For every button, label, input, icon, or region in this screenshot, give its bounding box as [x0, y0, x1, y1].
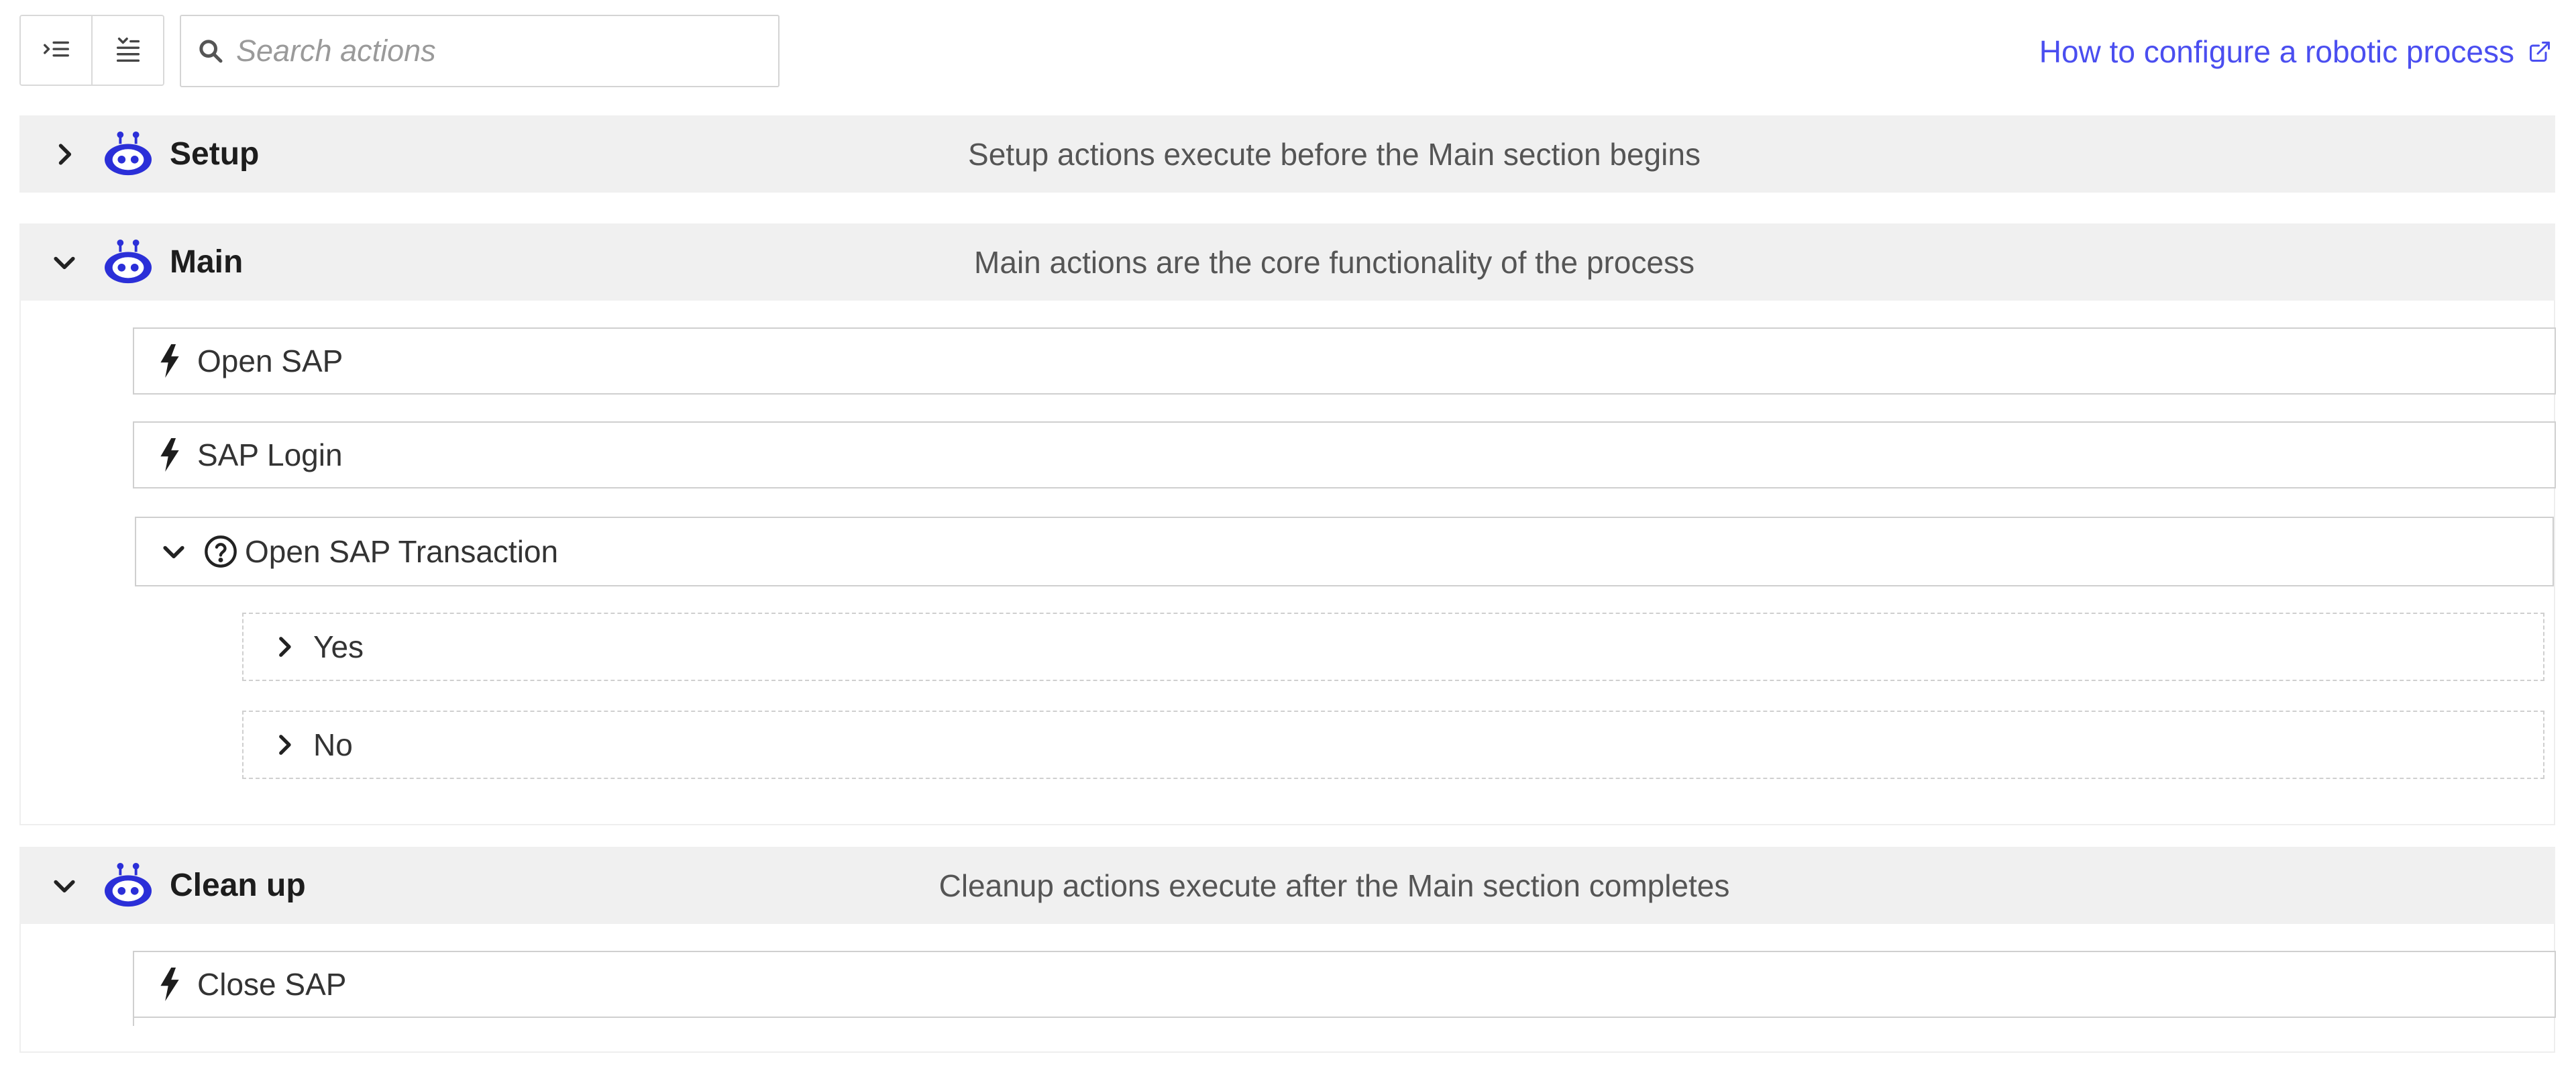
- action-label: SAP Login: [197, 437, 343, 472]
- connector-line: [133, 1018, 134, 1026]
- condition-open-sap-transaction[interactable]: Open SAP Transaction: [135, 517, 2554, 586]
- section-main-title: Main: [170, 244, 244, 280]
- branch-yes[interactable]: Yes: [242, 613, 2544, 681]
- process-editor: How to configure a robotic process Setu: [0, 0, 2576, 1087]
- section-setup-title: Setup: [170, 136, 260, 172]
- section-main-header[interactable]: Main Main actions are the core functiona…: [19, 223, 2555, 301]
- collapse-all-button[interactable]: [91, 16, 163, 85]
- search-icon: [199, 40, 223, 63]
- external-link-icon: [2530, 42, 2550, 62]
- section-setup-description: Setup actions execute before the Main se…: [968, 136, 1701, 172]
- help-link[interactable]: How to configure a robotic process: [2039, 34, 2552, 70]
- action-open-sap[interactable]: Open SAP: [133, 327, 2556, 395]
- action-sap-login[interactable]: SAP Login: [133, 421, 2556, 488]
- search-input[interactable]: [235, 33, 747, 69]
- expand-all-button[interactable]: [21, 16, 91, 85]
- collapse-all-icon: [116, 38, 140, 62]
- toolbar-button-group: [19, 15, 164, 86]
- section-main: Main Main actions are the core functiona…: [19, 223, 2556, 825]
- lightning-icon: [160, 968, 179, 1001]
- robot-icon: [105, 862, 152, 907]
- chevron-right-icon: [58, 143, 72, 165]
- branch-label: Yes: [313, 629, 364, 664]
- lightning-icon: [160, 438, 179, 472]
- search-box: [180, 15, 780, 87]
- section-cleanup-header[interactable]: Clean up Cleanup actions execute after t…: [19, 847, 2555, 924]
- action-label: Open SAP: [197, 344, 343, 378]
- section-cleanup: Clean up Cleanup actions execute after t…: [19, 847, 2556, 1053]
- action-close-sap[interactable]: Close SAP: [133, 951, 2556, 1018]
- branch-no[interactable]: No: [242, 711, 2544, 779]
- robot-icon: [105, 131, 152, 175]
- section-cleanup-title: Clean up: [170, 868, 306, 903]
- expand-all-icon: [43, 41, 69, 57]
- robot-icon: [105, 239, 152, 283]
- question-circle-icon: [205, 535, 237, 568]
- section-setup: Setup Setup actions execute before the M…: [19, 115, 2555, 193]
- action-label: Close SAP: [197, 967, 347, 1002]
- branch-label: No: [313, 727, 353, 762]
- section-cleanup-body: Close SAP: [19, 924, 2556, 1053]
- chevron-down-icon: [163, 546, 184, 559]
- help-link-label: How to configure a robotic process: [2039, 34, 2514, 69]
- section-setup-header[interactable]: Setup Setup actions execute before the M…: [19, 115, 2555, 193]
- chevron-right-icon: [279, 735, 291, 755]
- lightning-icon: [160, 344, 179, 378]
- toolbar: [19, 15, 164, 86]
- section-main-description: Main actions are the core functionality …: [974, 244, 1695, 280]
- section-cleanup-description: Cleanup actions execute after the Main s…: [938, 868, 1730, 903]
- condition-label: Open SAP Transaction: [245, 534, 559, 569]
- section-main-body: Open SAP SAP Login Open SAP Transaction: [19, 301, 2556, 825]
- chevron-down-icon: [54, 256, 75, 269]
- chevron-down-icon: [54, 880, 75, 892]
- chevron-right-icon: [279, 637, 291, 657]
